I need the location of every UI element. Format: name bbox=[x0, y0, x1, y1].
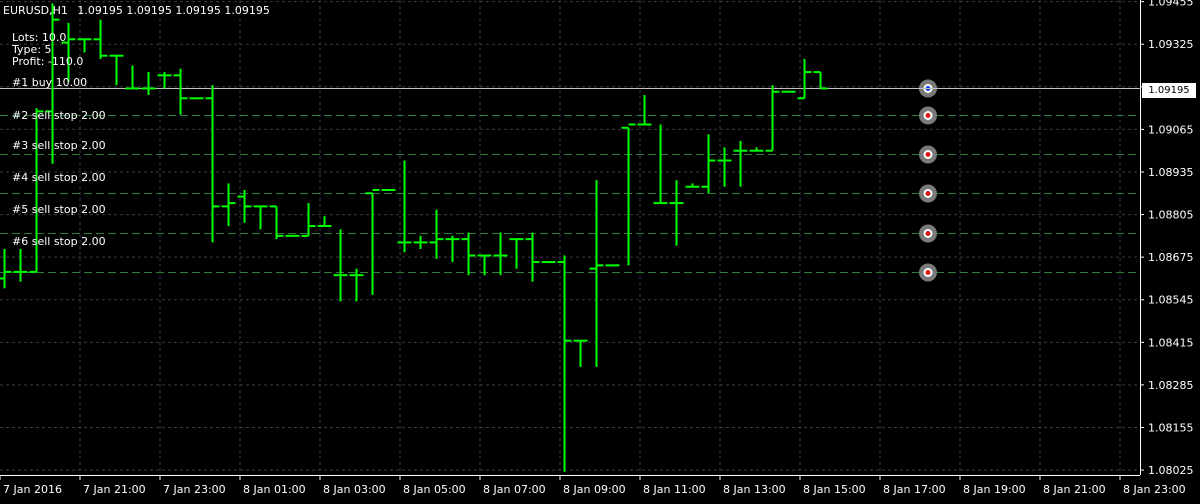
ohlc-bar bbox=[621, 123, 636, 266]
order-marker-dot-4 bbox=[925, 191, 931, 196]
ohlc-bar bbox=[525, 232, 540, 282]
y-tick-label: 1.08285 bbox=[1148, 379, 1194, 392]
x-tick-label: 8 Jan 15:00 bbox=[803, 483, 866, 496]
x-tick-label: 7 Jan 21:00 bbox=[83, 483, 146, 496]
ohlc-bar bbox=[461, 232, 476, 276]
ohlc-bar bbox=[173, 68, 188, 115]
x-tick-label: 8 Jan 09:00 bbox=[563, 483, 626, 496]
y-tick-label: 1.08545 bbox=[1148, 294, 1194, 307]
x-tick-label: 8 Jan 07:00 bbox=[483, 483, 546, 496]
x-tick-label: 8 Jan 21:00 bbox=[1043, 483, 1106, 496]
ohlc-bar bbox=[701, 134, 716, 194]
ohlc-bar bbox=[733, 140, 748, 187]
y-tick-label: 1.08675 bbox=[1148, 251, 1194, 264]
ohlc-bar bbox=[205, 85, 220, 243]
ohlc-bar bbox=[349, 268, 364, 302]
y-tick-label: 1.09455 bbox=[1148, 0, 1194, 9]
ohlc-bar bbox=[509, 238, 524, 269]
order-marker-dot-2 bbox=[925, 113, 931, 118]
price-chart[interactable]: 7 Jan 2016 7 Jan 21:00 7 Jan 23:00 8 Jan 01… bbox=[0, 0, 1200, 500]
order-marker-dot-6 bbox=[925, 270, 931, 275]
order-label-5: #5 sell stop 2.00 bbox=[12, 203, 106, 216]
ohlc-bar bbox=[493, 232, 508, 276]
ohlc-bar bbox=[669, 180, 684, 246]
x-tick-label: 8 Jan 05:00 bbox=[403, 483, 466, 496]
ohlc-bar bbox=[413, 235, 428, 249]
x-tick-label: 8 Jan 23:00 bbox=[1123, 483, 1186, 496]
y-tick-label: 1.09325 bbox=[1148, 38, 1194, 51]
chart-area[interactable]: 7 Jan 2016 7 Jan 21:00 7 Jan 23:00 8 Jan 01… bbox=[0, 0, 1200, 500]
ohlc-bar bbox=[573, 339, 588, 367]
ohlc-bar bbox=[749, 147, 764, 152]
x-tick-label: 8 Jan 03:00 bbox=[323, 483, 386, 496]
current-price-badge: 1.09195 bbox=[1142, 83, 1196, 98]
ohlc-bar bbox=[765, 85, 780, 152]
ohlc-bar bbox=[429, 209, 444, 259]
ohlc-bar bbox=[109, 54, 124, 86]
y-tick-label: 1.08025 bbox=[1148, 464, 1194, 477]
order-label-4: #4 sell stop 2.00 bbox=[12, 171, 106, 184]
ohlc-bar bbox=[301, 203, 316, 237]
order-label-3: #3 sell stop 2.00 bbox=[12, 139, 106, 152]
x-tick-label: 8 Jan 19:00 bbox=[963, 483, 1026, 496]
y-tick-label: 1.08155 bbox=[1148, 422, 1194, 435]
ohlc-bar bbox=[269, 205, 284, 240]
order-marker-dot-5 bbox=[925, 231, 931, 236]
ohlc-bar bbox=[0, 248, 12, 289]
y-tick-label: 1.08805 bbox=[1148, 209, 1194, 222]
profit-label: Profit: -110.0 bbox=[12, 55, 84, 68]
x-tick-label: 8 Jan 11:00 bbox=[643, 483, 706, 496]
y-tick-label: 1.08935 bbox=[1148, 166, 1194, 179]
ohlc-bar bbox=[125, 65, 140, 90]
y-tick-label: 1.09065 bbox=[1148, 123, 1194, 136]
ohlc-bar bbox=[365, 189, 380, 295]
order-label-1: #1 buy 10.00 bbox=[12, 76, 88, 89]
ohlc-bar bbox=[253, 205, 268, 230]
chart-title: EURUSD,H1 1.09195 1.09195 1.09195 1.0919… bbox=[3, 4, 270, 17]
ohlc-bar bbox=[93, 19, 108, 59]
ohlc-values: 1.09195 1.09195 1.09195 1.09195 bbox=[77, 4, 270, 17]
ohlc-bar bbox=[333, 229, 348, 302]
y-tick-label: 1.08415 bbox=[1148, 336, 1194, 349]
x-tick-label: 7 Jan 2016 bbox=[3, 483, 62, 496]
ohlc-bar bbox=[445, 235, 460, 263]
order-label-2: #2 sell stop 2.00 bbox=[12, 109, 106, 122]
symbol-label: EURUSD,H1 bbox=[3, 4, 68, 17]
x-tick-label: 8 Jan 13:00 bbox=[723, 483, 786, 496]
x-tick-label: 7 Jan 23:00 bbox=[163, 483, 226, 496]
ohlc-bar bbox=[685, 183, 700, 188]
x-tick-label: 8 Jan 01:00 bbox=[243, 483, 306, 496]
ohlc-bar bbox=[589, 180, 604, 367]
order-marker-dot-3 bbox=[925, 152, 931, 157]
ohlc-bar bbox=[813, 71, 828, 90]
order-label-6: #6 sell stop 2.00 bbox=[12, 235, 106, 248]
ohlc-bar bbox=[141, 72, 156, 95]
ohlc-bar bbox=[13, 248, 28, 282]
x-tick-label: 8 Jan 17:00 bbox=[883, 483, 946, 496]
ohlc-bar bbox=[221, 183, 236, 227]
ohlc-bar bbox=[653, 124, 668, 205]
